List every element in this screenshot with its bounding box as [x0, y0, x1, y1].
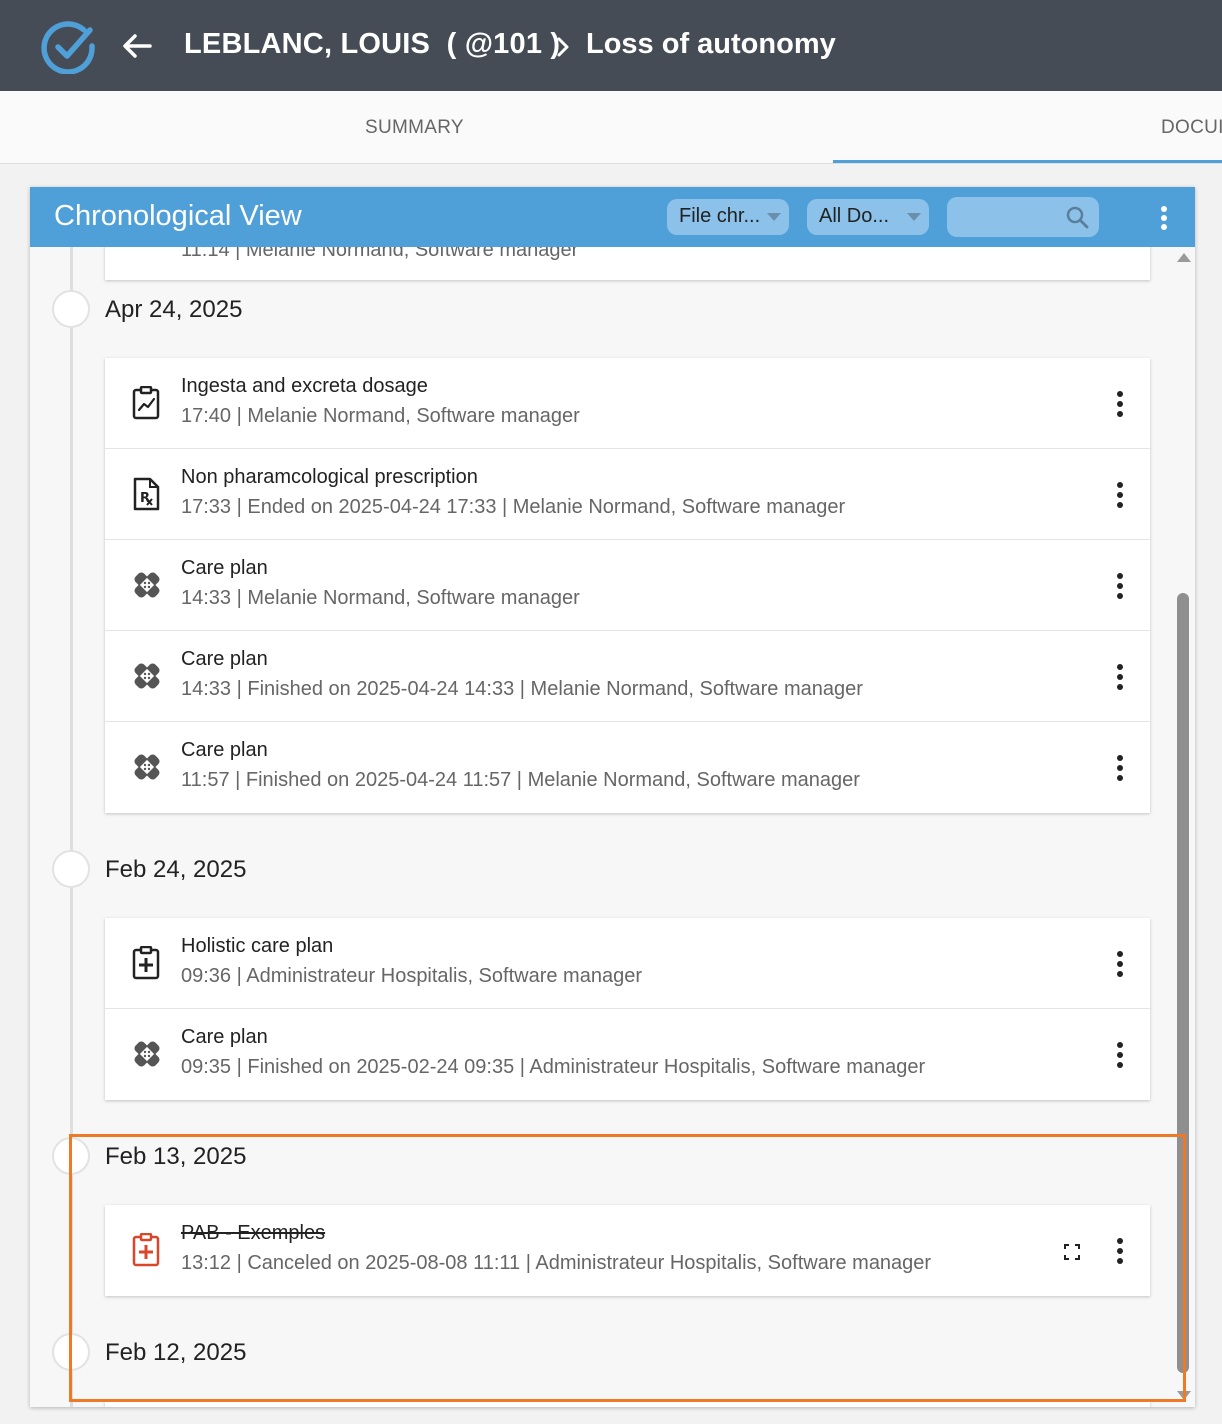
- item-title: Care plan: [181, 1026, 268, 1048]
- timeline-card: PAB - Exemples 13:12 | Canceled on 2025-0…: [105, 1205, 1150, 1296]
- item-subtitle: 11:57 | Finished on 2025-04-24 11:57 | M…: [181, 769, 860, 791]
- timeline-item[interactable]: Ingesta and excreta dosage 17:40 | Melani…: [105, 358, 1150, 449]
- panel-title: Chronological View: [54, 200, 302, 232]
- search-icon[interactable]: [1065, 205, 1089, 229]
- timeline-item[interactable]: Holistic care plan 09:36 | Administrateur…: [105, 918, 1150, 1009]
- more-menu-icon[interactable]: [1113, 572, 1127, 600]
- timeline-date-label: Feb 13, 2025: [105, 1143, 247, 1170]
- clipboard-plus-red-icon: [132, 1233, 160, 1267]
- timeline-date-label: Feb 12, 2025: [105, 1339, 247, 1366]
- bandage-icon: [134, 754, 160, 780]
- clipboard-plus-icon: [132, 946, 160, 980]
- timeline-card: Test12:17 | Canceled on 2025-08-08 11:11…: [105, 1401, 1150, 1407]
- timeline-date-label: Feb 24, 2025: [105, 856, 247, 883]
- more-menu-icon[interactable]: [1113, 1041, 1127, 1069]
- item-title: PAB - Exemples: [181, 1222, 326, 1244]
- patient-id: ( @101 ): [446, 28, 561, 60]
- document-filter-value: All Do...: [819, 205, 890, 227]
- timeline-line: [70, 247, 73, 1407]
- item-subtitle: 14:33 | Finished on 2025-04-24 14:33 | M…: [181, 678, 863, 700]
- item-title: Non pharamcological prescription: [181, 466, 478, 488]
- dropdown-caret-icon: [907, 213, 921, 221]
- scroll-up-arrow-icon[interactable]: [1177, 253, 1191, 262]
- bandage-icon: [134, 572, 160, 598]
- item-subtitle: 17:33 | Ended on 2025-04-24 17:33 | Mela…: [181, 496, 846, 518]
- dropdown-caret-icon: [767, 213, 781, 221]
- item-title: Care plan: [181, 557, 268, 579]
- item-title: Care plan: [181, 648, 268, 670]
- file-filter-dropdown[interactable]: File chr...: [667, 199, 789, 235]
- bandage-icon: [134, 663, 160, 689]
- timeline-date-node: [52, 1137, 90, 1175]
- timeline-card: Holistic care plan 09:36 | Administrateur…: [105, 918, 1150, 1100]
- prescription-icon: R: [133, 477, 160, 511]
- scrollbar-thumb[interactable]: [1177, 593, 1189, 1373]
- item-title: Care plan: [181, 739, 268, 761]
- panel-more-menu-icon[interactable]: [1156, 205, 1172, 231]
- more-menu-icon[interactable]: [1113, 663, 1127, 691]
- patient-name-text: LEBLANC, LOUIS: [184, 28, 431, 60]
- chevron-right-icon: [557, 37, 569, 57]
- item-subtitle: 14:33 | Melanie Normand, Software manage…: [181, 587, 580, 609]
- timeline-item[interactable]: R Non pharamcological prescription 17:33 |…: [105, 449, 1150, 540]
- more-menu-icon[interactable]: [1113, 390, 1127, 418]
- back-arrow-icon[interactable]: [120, 30, 154, 62]
- more-menu-icon[interactable]: [1113, 950, 1127, 978]
- timeline-item[interactable]: Care plan 11:57 | Finished on 2025-04-24 …: [105, 722, 1150, 813]
- item-subtitle: 09:36 | Administrateur Hospitalis, Softw…: [181, 965, 642, 987]
- tab-summary[interactable]: SUMMARY: [365, 117, 464, 139]
- breadcrumb-section-title: Loss of autonomy: [586, 28, 836, 60]
- more-menu-icon[interactable]: [1113, 754, 1127, 782]
- timeline-item[interactable]: Care plan 14:33 | Finished on 2025-04-24 …: [105, 631, 1150, 722]
- item-subtitle: 17:40 | Melanie Normand, Software manage…: [181, 405, 580, 427]
- file-filter-value: File chr...: [679, 205, 761, 227]
- item-subtitle: 09:35 | Finished on 2025-02-24 09:35 | A…: [181, 1056, 926, 1078]
- tab-documents[interactable]: DOCUI: [1161, 117, 1222, 139]
- scroll-down-arrow-icon[interactable]: [1177, 1391, 1191, 1400]
- item-subtitle: 13:12 | Canceled on 2025-08-08 11:11 | A…: [181, 1252, 932, 1274]
- timeline-card: Ingesta and excreta dosage 17:40 | Melani…: [105, 358, 1150, 813]
- timeline-date-label: Apr 24, 2025: [105, 296, 243, 323]
- timeline-date-node: [52, 290, 90, 328]
- timeline-date-node: [52, 850, 90, 888]
- item-title: Ingesta and excreta dosage: [181, 375, 428, 397]
- app-logo-check-icon[interactable]: [40, 20, 98, 74]
- timeline-item[interactable]: PAB - Exemples 13:12 | Canceled on 2025-0…: [105, 1205, 1150, 1296]
- bandage-icon: [134, 1041, 160, 1067]
- timeline-item[interactable]: Test12:17 | Canceled on 2025-08-08 11:11…: [105, 1401, 1150, 1407]
- timeline-scroll-area[interactable]: 11:14 | Melanie Normand, Software manage…: [30, 217, 1195, 1407]
- panel-header: Chronological View File chr... All Do...: [30, 187, 1195, 247]
- timeline-item[interactable]: Care plan 09:35 | Finished on 2025-02-24 …: [105, 1009, 1150, 1100]
- app-header: LEBLANC, LOUIS ( @101 ) Loss of autonomy: [0, 0, 1222, 91]
- clipboard-chart-icon: [132, 386, 160, 420]
- expand-icon[interactable]: [1063, 1243, 1081, 1261]
- more-menu-icon[interactable]: [1113, 481, 1127, 509]
- item-title: Holistic care plan: [181, 935, 334, 957]
- document-filter-dropdown[interactable]: All Do...: [807, 199, 929, 235]
- timeline-item[interactable]: Care plan 14:33 | Melanie Normand, Softwa…: [105, 540, 1150, 631]
- patient-name: LEBLANC, LOUIS ( @101 ): [184, 28, 560, 61]
- more-menu-icon[interactable]: [1113, 1237, 1127, 1265]
- tab-bar: SUMMARY DOCUI: [0, 91, 1222, 164]
- chronological-view-panel: Chronological View File chr... All Do...…: [30, 187, 1195, 1407]
- active-tab-indicator: [833, 160, 1222, 163]
- search-input[interactable]: [947, 197, 1099, 237]
- timeline-date-node: [52, 1333, 90, 1371]
